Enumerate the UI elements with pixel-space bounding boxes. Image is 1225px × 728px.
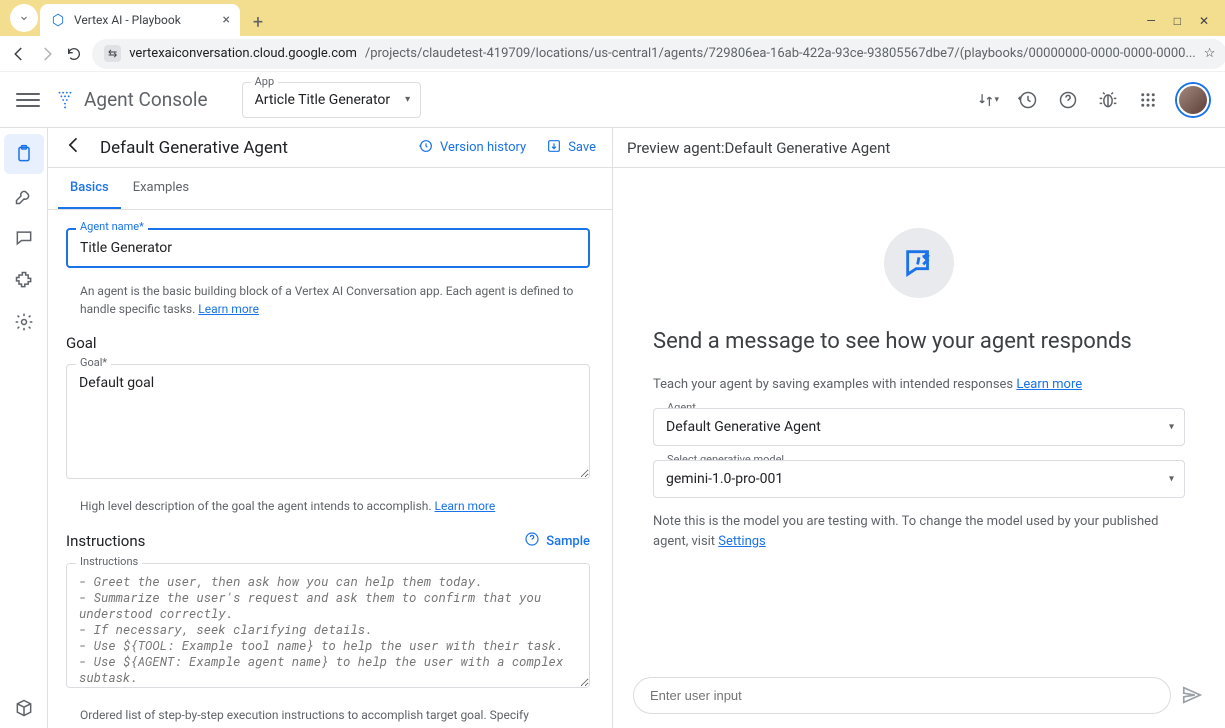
agent-select[interactable]: Default Generative Agent ▾ (653, 408, 1185, 446)
instructions-helper: Ordered list of step-by-step execution i… (66, 700, 590, 728)
site-settings-icon[interactable]: ⇆ (104, 45, 121, 62)
goal-label: Goal* (76, 356, 111, 369)
browser-tab-strip: Vertex AI - Playbook × + — □ ✕ (0, 0, 1225, 36)
address-bar[interactable]: ⇆ vertexaiconversation.cloud.google.com /… (92, 39, 1225, 69)
rail-settings-icon[interactable] (4, 302, 44, 342)
rail-clipboard-icon[interactable] (4, 134, 44, 174)
send-icon[interactable] (1181, 684, 1205, 708)
goal-section-title: Goal (66, 334, 590, 352)
preview-subtitle: Teach your agent by saving examples with… (653, 375, 1082, 395)
url-path: /projects/claudetest-419709/locations/us… (365, 46, 1196, 61)
reload-icon[interactable] (66, 42, 82, 66)
rail-chat-icon[interactable] (4, 218, 44, 258)
user-input-field[interactable] (633, 677, 1171, 714)
chevron-down-icon: ▾ (1169, 422, 1174, 433)
learn-more-link-4[interactable]: Learn more (1016, 377, 1082, 392)
goal-helper: High level description of the goal the a… (66, 491, 590, 515)
page-title: Default Generative Agent (100, 138, 288, 158)
instructions-textarea[interactable] (66, 563, 590, 688)
browser-toolbar: ⇆ vertexaiconversation.cloud.google.com /… (0, 36, 1225, 72)
editor-pane: Default Generative Agent Version history… (48, 128, 613, 728)
app-selector-label: App (251, 75, 279, 88)
learn-more-link[interactable]: Learn more (198, 302, 259, 316)
agent-name-helper: An agent is the basic building block of … (66, 276, 590, 318)
user-avatar[interactable] (1177, 84, 1209, 116)
product-name: Agent Console (84, 88, 208, 111)
browser-tab[interactable]: Vertex AI - Playbook × (40, 4, 240, 36)
rail-package-icon[interactable] (4, 688, 44, 728)
tabs-dropdown-button[interactable] (10, 4, 38, 32)
tab-title: Vertex AI - Playbook (74, 13, 181, 27)
tab-close-icon[interactable]: × (223, 12, 230, 28)
save-icon (546, 138, 562, 158)
instructions-label: Instructions (76, 555, 142, 568)
new-tab-button[interactable]: + (244, 8, 272, 36)
history-icon[interactable] (1017, 89, 1039, 111)
window-controls: — □ ✕ (1138, 14, 1217, 36)
minimize-icon[interactable]: — (1146, 14, 1155, 28)
rail-wrench-icon[interactable] (4, 176, 44, 216)
preview-hero-text: Send a message to see how your agent res… (653, 328, 1132, 357)
url-host: vertexaiconversation.cloud.google.com (129, 46, 357, 61)
app-selector-value: Article Title Generator (255, 92, 391, 108)
app-selector[interactable]: App Article Title Generator ▾ (242, 82, 422, 118)
tab-basics[interactable]: Basics (58, 168, 121, 209)
rail-extension-icon[interactable] (4, 260, 44, 300)
version-history-button[interactable]: Version history (418, 138, 526, 158)
back-icon[interactable] (10, 42, 28, 66)
preview-note: Note this is the model you are testing w… (653, 512, 1185, 551)
sample-button[interactable]: Sample (524, 531, 590, 551)
back-arrow-icon[interactable] (64, 135, 84, 160)
left-icon-rail (0, 128, 48, 728)
goal-textarea[interactable] (66, 364, 590, 479)
product-logo[interactable]: Agent Console (54, 88, 208, 111)
dropdown-arrow-icon: ▾ (405, 94, 410, 105)
help-icon[interactable] (1057, 89, 1079, 111)
logo-mark-icon (54, 89, 76, 111)
app-header: Agent Console App Article Title Generato… (0, 72, 1225, 128)
instructions-section-title: Instructions (66, 532, 145, 550)
preview-hero-icon (884, 228, 954, 298)
tab-examples[interactable]: Examples (121, 168, 201, 209)
history-small-icon (418, 138, 434, 158)
model-select[interactable]: gemini-1.0-pro-001 ▾ (653, 460, 1185, 498)
tab-favicon-icon (50, 12, 66, 28)
bug-icon[interactable] (1097, 89, 1119, 111)
help-circle-icon (524, 531, 540, 551)
editor-tabs: Basics Examples (48, 168, 612, 210)
maximize-icon[interactable]: □ (1174, 14, 1181, 28)
hamburger-menu-icon[interactable] (16, 88, 40, 112)
agent-name-input[interactable] (66, 228, 590, 268)
chevron-down-icon: ▾ (1169, 474, 1174, 485)
preview-header: Preview agent: Default Generative Agent (613, 128, 1225, 168)
apps-grid-icon[interactable] (1137, 89, 1159, 111)
bookmark-icon[interactable]: ☆ (1204, 46, 1216, 61)
save-button[interactable]: Save (546, 138, 596, 158)
close-window-icon[interactable]: ✕ (1199, 14, 1209, 28)
learn-more-link-2[interactable]: Learn more (435, 499, 496, 513)
forward-icon[interactable] (38, 42, 56, 66)
agent-name-label: Agent name* (76, 220, 148, 233)
preview-pane: Preview agent: Default Generative Agent … (613, 128, 1225, 728)
settings-link[interactable]: Settings (718, 534, 765, 549)
swap-icon[interactable]: ▾ (977, 89, 999, 111)
